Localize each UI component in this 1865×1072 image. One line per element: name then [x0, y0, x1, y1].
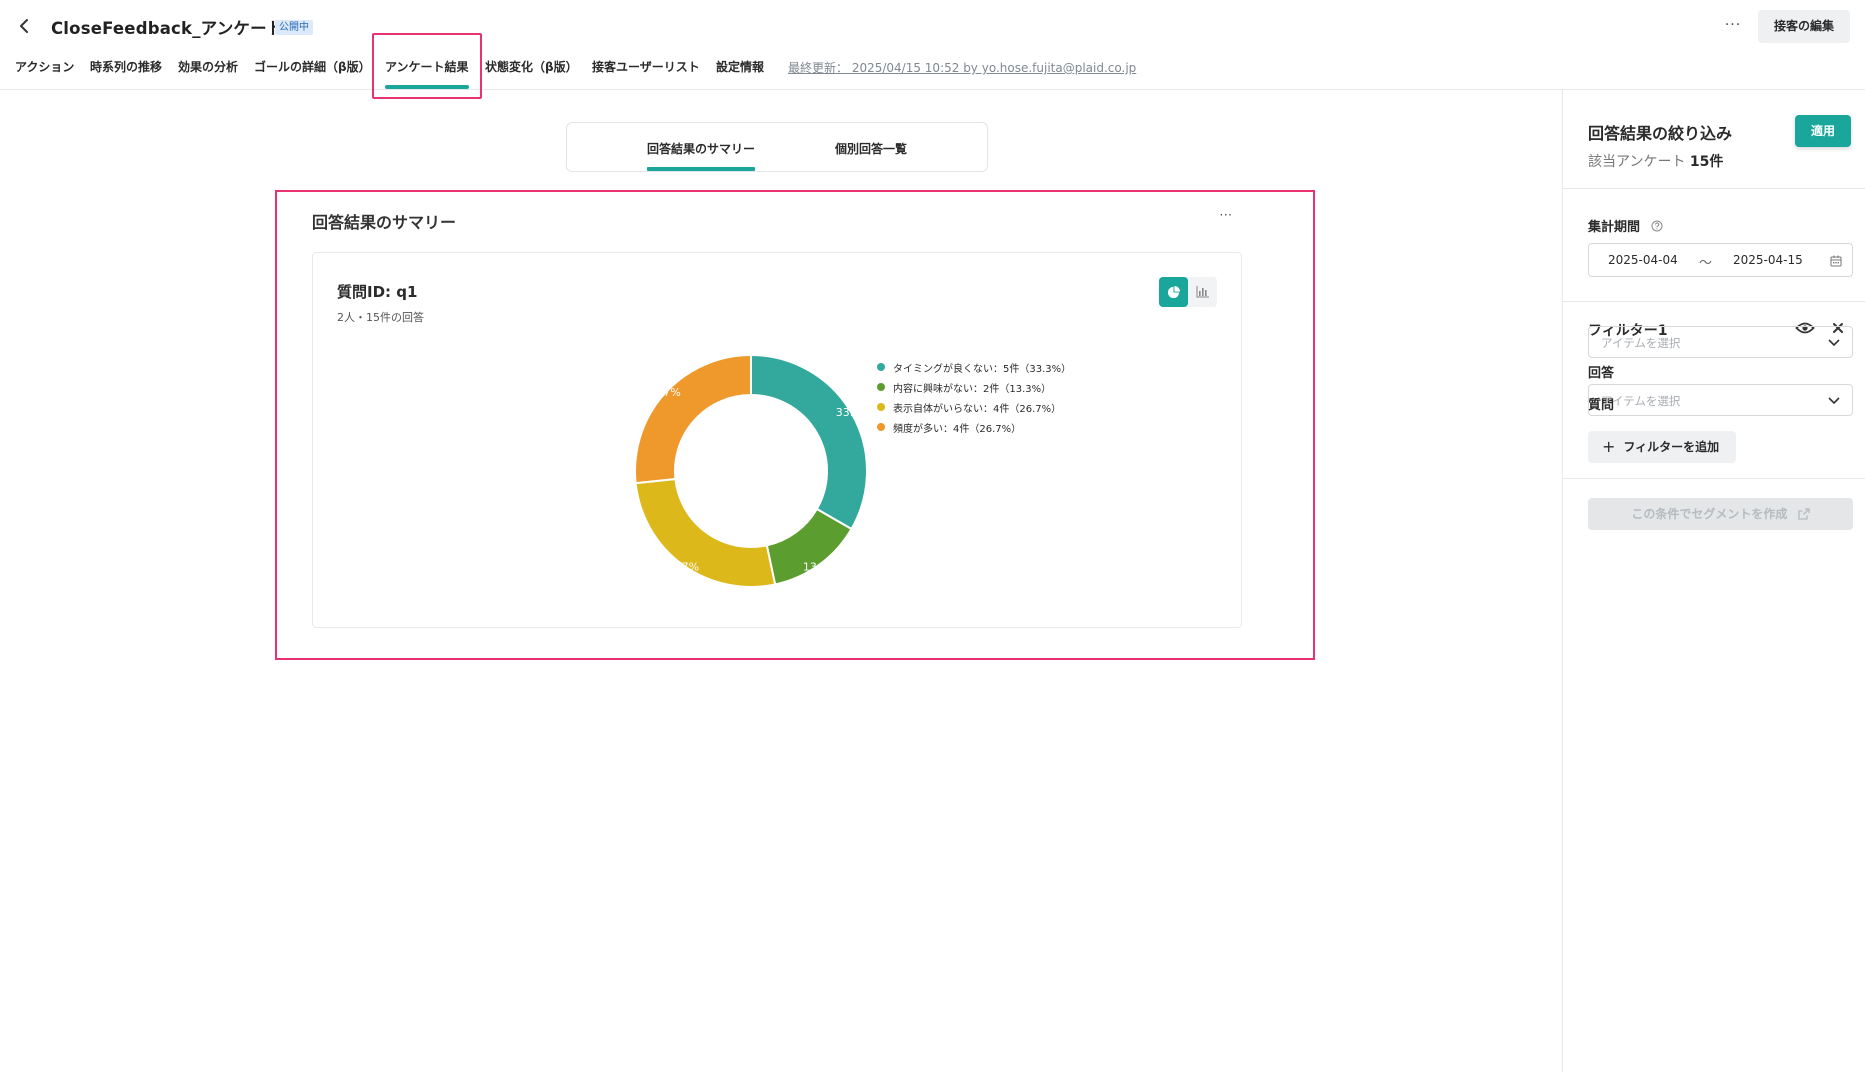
legend-item: 表示自体がいらない：4件（26.7%） [877, 397, 1071, 417]
donut-slice-0[interactable] [750, 353, 868, 531]
plus-icon: + [1602, 437, 1616, 456]
legend-label: 頻度が多い：4件（26.7%） [893, 423, 1022, 435]
more-menu-button[interactable]: ··· [1720, 12, 1746, 40]
legend-label: 表示自体がいらない：4件（26.7%） [893, 403, 1062, 415]
tab-action[interactable]: アクション [15, 58, 74, 76]
calendar-icon[interactable] [1829, 254, 1843, 268]
donut-slice-2[interactable] [634, 477, 777, 588]
legend-dot [877, 363, 885, 371]
add-filter-button[interactable]: + フィルターを追加 [1588, 431, 1736, 463]
bar-chart-icon[interactable] [1188, 277, 1217, 307]
date-range-picker[interactable]: 2025-04-04 ～ 2025-04-15 [1588, 243, 1853, 277]
edit-campaign-button[interactable]: 接客の編集 [1758, 10, 1850, 43]
slice-data-label: 26.7% [646, 386, 681, 399]
slice-data-label: 26.7% [664, 560, 699, 573]
question-select-placeholder: アイテムを選択 [1601, 336, 1681, 350]
create-segment-button[interactable]: この条件でセグメントを作成 [1588, 498, 1853, 530]
tab-goal-details[interactable]: ゴールの詳細（β版） [254, 58, 371, 76]
legend-label: タイミングが良くない：5件（33.3%） [893, 363, 1072, 375]
tab-state-change[interactable]: 状態変化（β版） [485, 58, 578, 76]
divider [1563, 188, 1865, 189]
answer-select[interactable]: アイテムを選択 [1588, 384, 1853, 416]
date-to[interactable]: 2025-04-15 [1733, 253, 1803, 267]
tab-survey-results[interactable]: アンケート結果 [385, 58, 469, 89]
matching-survey-count: 該当アンケート 15件 [1588, 151, 1723, 171]
result-view-tabs: 回答結果のサマリー 個別回答一覧 [566, 122, 988, 172]
legend-dot [877, 423, 885, 431]
tab-timeseries[interactable]: 時系列の推移 [90, 58, 162, 76]
question-select[interactable]: アイテムを選択 [1588, 326, 1853, 358]
add-filter-label: フィルターを追加 [1623, 440, 1720, 454]
period-label-text: 集計期間 [1588, 220, 1641, 235]
help-icon[interactable] [1651, 220, 1663, 232]
donut-chart: 33.3% 13.3% 26.7% 26.7% [613, 333, 889, 609]
chart-legend: タイミングが良くない：5件（33.3%） 内容に興味がない：2件（13.3%） 表示… [877, 357, 1071, 437]
apply-button[interactable]: 適用 [1795, 115, 1851, 147]
count-label: 該当アンケート [1588, 154, 1686, 170]
tab-user-list[interactable]: 接客ユーザーリスト [592, 58, 700, 76]
page-title: CloseFeedback_アンケート [51, 19, 284, 38]
filter-sidebar: 回答結果の絞り込み 適用 該当アンケート 15件 集計期間 2025-04-04… [1562, 90, 1865, 1072]
tab-settings[interactable]: 設定情報 [716, 58, 764, 76]
legend-item: 内容に興味がない：2件（13.3%） [877, 377, 1071, 397]
slice-data-label: 13.3% [803, 560, 838, 573]
slice-data-label: 33.3% [836, 406, 871, 419]
answer-label: 回答 [1588, 366, 1615, 381]
legend-dot [877, 403, 885, 411]
filter-panel-title: 回答結果の絞り込み [1588, 124, 1733, 143]
tab-summary[interactable]: 回答結果のサマリー [647, 140, 756, 171]
donut-slice-3[interactable] [634, 353, 752, 485]
chevron-down-icon [1828, 397, 1840, 405]
legend-label: 内容に興味がない：2件（13.3%） [893, 383, 1052, 395]
count-value: 15件 [1689, 154, 1724, 170]
question-title: 質問ID: q1 [337, 283, 418, 301]
divider [1563, 301, 1865, 302]
chart-view-toggle [1159, 277, 1217, 307]
question-response-count: 2人・15件の回答 [337, 311, 424, 324]
answer-select-placeholder: アイテムを選択 [1601, 394, 1681, 408]
chevron-down-icon [1828, 339, 1840, 347]
question-card: 質問ID: q1 2人・15件の回答 33.3% 13.3% 26.7% 26.7% … [312, 252, 1242, 628]
create-segment-label: この条件でセグメントを作成 [1631, 507, 1788, 521]
legend-item: 頻度が多い：4件（26.7%） [877, 417, 1071, 437]
external-link-icon [1797, 508, 1810, 520]
date-from[interactable]: 2025-04-04 [1608, 253, 1678, 267]
legend-dot [877, 383, 885, 391]
summary-title: 回答結果のサマリー [312, 213, 457, 232]
date-separator: ～ [1699, 256, 1713, 271]
tab-individual-responses[interactable]: 個別回答一覧 [835, 140, 907, 157]
pie-chart-icon[interactable] [1159, 277, 1188, 307]
top-bar: CloseFeedback_アンケート 公開中 ··· 接客の編集 アクション … [0, 0, 1865, 90]
tab-effect-analysis[interactable]: 効果の分析 [178, 58, 238, 76]
period-label: 集計期間 [1588, 216, 1663, 235]
status-badge: 公開中 [275, 20, 313, 35]
legend-item: タイミングが良くない：5件（33.3%） [877, 357, 1071, 377]
last-updated-link[interactable]: 最終更新： 2025/04/15 10:52 by yo.hose.fujita… [788, 59, 1136, 76]
back-arrow-icon[interactable] [14, 14, 34, 38]
divider [1563, 478, 1865, 479]
summary-more-button[interactable]: ··· [1218, 208, 1234, 224]
